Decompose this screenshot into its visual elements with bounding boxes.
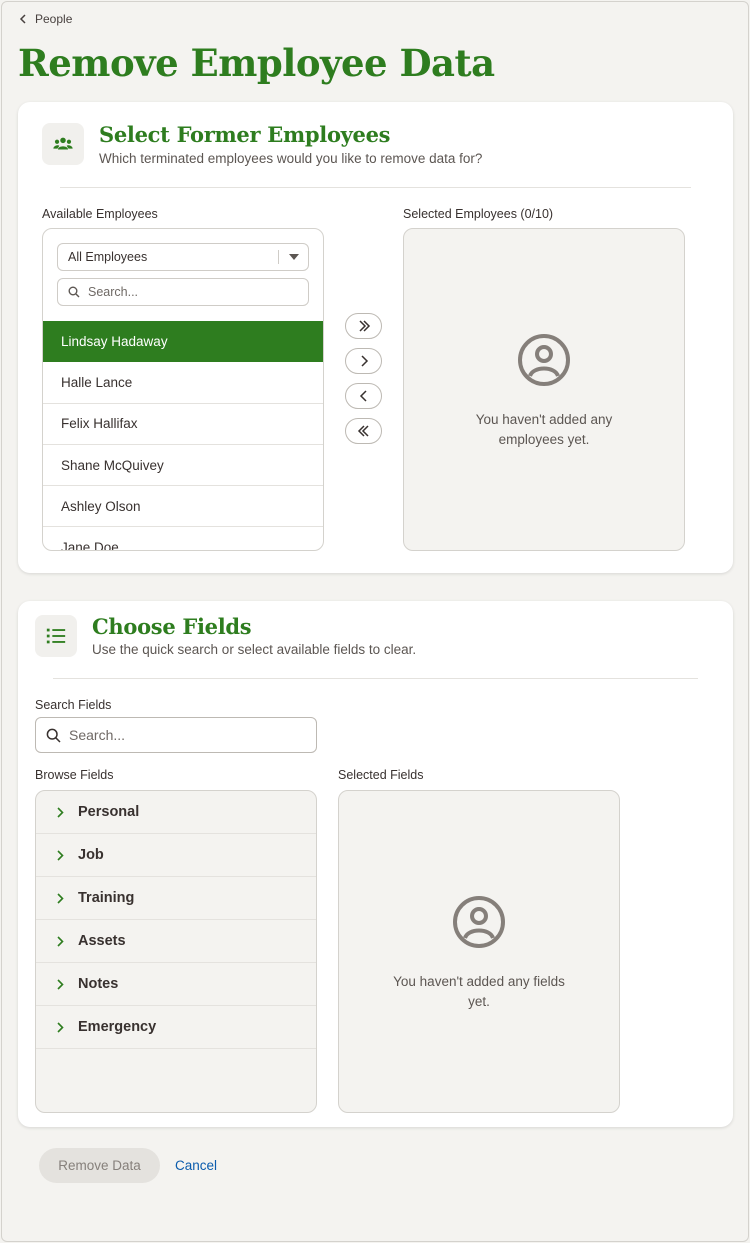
field-category-item[interactable]: Job xyxy=(36,834,316,877)
empty-text-line1: You haven't added any xyxy=(475,412,613,427)
chevron-right-icon xyxy=(57,806,64,818)
selected-fields-box: You haven't added any fields yet. xyxy=(338,790,620,1113)
field-category-item[interactable]: Personal xyxy=(36,791,316,834)
chevron-right-icon xyxy=(57,935,64,947)
empty-text-line1: You haven't added any fields xyxy=(393,974,565,989)
field-category-item[interactable]: Emergency xyxy=(36,1006,316,1049)
user-circle-icon xyxy=(518,334,570,386)
employee-list-item[interactable]: Lindsay Hadaway xyxy=(43,321,323,363)
employee-list-item[interactable]: Shane McQuivey xyxy=(43,445,323,487)
employee-list: Lindsay Hadaway Halle Lance Felix Hallifax… xyxy=(43,321,323,551)
field-category-label: Personal xyxy=(78,804,140,820)
browse-fields-box: Personal Job Training Assets Notes Emergency xyxy=(35,790,317,1113)
page-frame: People Remove Employee Data Select Forme… xyxy=(1,1,749,1242)
field-category-label: Emergency xyxy=(78,1019,157,1035)
remove-selected-button[interactable] xyxy=(345,383,382,409)
employee-search-field[interactable] xyxy=(57,278,309,306)
field-category-item[interactable]: Training xyxy=(36,877,316,920)
field-category-list: Personal Job Training Assets Notes Emergency xyxy=(36,791,316,1049)
section-title: Choose Fields xyxy=(92,614,252,639)
caret-down-icon xyxy=(289,254,299,260)
employee-list-item[interactable]: Jane Doe xyxy=(43,527,323,551)
field-category-label: Training xyxy=(78,890,135,906)
section-divider xyxy=(60,187,691,188)
employee-search-input[interactable] xyxy=(88,285,288,299)
field-category-label: Notes xyxy=(78,976,119,992)
field-category-item[interactable]: Assets xyxy=(36,920,316,963)
chevron-right-icon xyxy=(57,892,64,904)
employee-name: Felix Hallifax xyxy=(61,416,138,432)
double-chevron-left-icon xyxy=(357,425,369,437)
empty-text-line2: employees yet. xyxy=(498,432,590,447)
employee-name: Shane McQuivey xyxy=(61,457,164,473)
section-title: Select Former Employees xyxy=(99,122,391,147)
chevron-left-icon xyxy=(19,14,26,24)
section-subtitle: Use the quick search or select available… xyxy=(92,642,417,657)
choose-fields-card: Choose Fields Use the quick search or se… xyxy=(18,601,733,1127)
employee-name: Lindsay Hadaway xyxy=(61,333,168,349)
selected-employees-box: You haven't added any employees yet. xyxy=(403,228,685,551)
breadcrumb-label: People xyxy=(35,12,73,26)
search-icon xyxy=(46,728,61,743)
employee-filter-select[interactable]: All Employees xyxy=(57,243,309,271)
list-icon xyxy=(35,615,77,657)
available-employees-list-box: All Employees Lindsay Hadaway Halle Lance… xyxy=(42,228,324,551)
add-all-button[interactable] xyxy=(345,313,382,339)
add-selected-button[interactable] xyxy=(345,348,382,374)
empty-state: You haven't added any fields yet. xyxy=(339,895,619,1012)
empty-state: You haven't added any employees yet. xyxy=(404,333,684,450)
user-circle-icon xyxy=(453,896,505,948)
search-fields-label: Search Fields xyxy=(35,698,112,712)
empty-text-line2: yet. xyxy=(468,994,490,1009)
search-icon xyxy=(68,286,80,298)
section-subtitle: Which terminated employees would you lik… xyxy=(99,151,483,166)
employee-name: Ashley Olson xyxy=(61,498,141,514)
remove-data-button[interactable]: Remove Data xyxy=(39,1148,160,1183)
employee-name: Jane Doe xyxy=(61,540,119,551)
field-category-label: Assets xyxy=(78,933,126,949)
employee-list-item[interactable]: Ashley Olson xyxy=(43,486,323,528)
chevron-right-icon xyxy=(360,355,368,367)
field-category-item[interactable]: Notes xyxy=(36,963,316,1006)
people-icon xyxy=(42,123,84,165)
employee-name: Halle Lance xyxy=(61,374,133,390)
employee-list-item[interactable]: Felix Hallifax xyxy=(43,404,323,445)
field-category-label: Job xyxy=(78,847,104,863)
employee-list-item[interactable]: Halle Lance xyxy=(43,362,323,404)
fields-search-field[interactable] xyxy=(35,717,317,753)
select-separator xyxy=(278,250,279,264)
employee-filter-value: All Employees xyxy=(68,250,148,264)
browse-fields-label: Browse Fields xyxy=(35,768,114,782)
chevron-right-icon xyxy=(57,1021,64,1033)
available-employees-label: Available Employees xyxy=(42,207,158,221)
select-employees-card: Select Former Employees Which terminated… xyxy=(18,102,733,573)
double-chevron-right-icon xyxy=(358,320,370,332)
selected-employees-label: Selected Employees (0/10) xyxy=(403,207,554,221)
fields-search-input[interactable] xyxy=(69,727,299,743)
selected-fields-label: Selected Fields xyxy=(338,768,424,782)
chevron-left-icon xyxy=(359,390,367,402)
breadcrumb-back-link[interactable]: People xyxy=(19,12,72,26)
chevron-right-icon xyxy=(57,849,64,861)
section-divider xyxy=(53,678,698,679)
page-title: Remove Employee Data xyxy=(18,41,495,85)
chevron-right-icon xyxy=(57,978,64,990)
cancel-link[interactable]: Cancel xyxy=(175,1158,217,1173)
remove-all-button[interactable] xyxy=(345,418,382,444)
